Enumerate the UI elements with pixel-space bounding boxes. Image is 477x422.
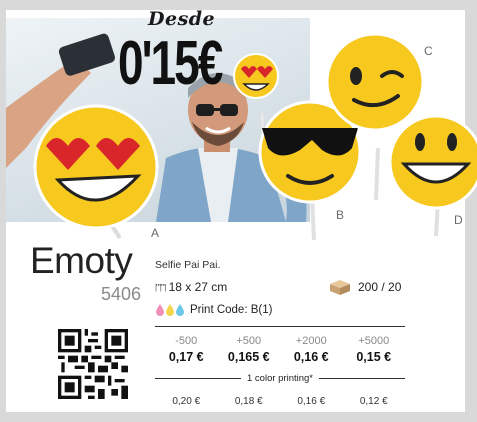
emoji-wink-C [325, 32, 425, 201]
price-tier-3: 0,16 € [293, 350, 329, 364]
qty-tier-3: +2000 [295, 335, 327, 347]
color-printing-price-row: 0,20 € 0,18 € 0,16 € 0,12 € [155, 396, 405, 407]
ruler-icon: |""|""| [155, 282, 167, 292]
price-tier-1: 0,17 € [168, 350, 204, 364]
color-printing-divider: 1 color printing* [155, 373, 406, 384]
qty-tier-4: +5000 [358, 335, 390, 347]
price-tier-2: 0,165 € [227, 350, 270, 364]
product-description: Selfie Pai Pai. [155, 259, 221, 271]
qr-code [58, 329, 128, 399]
packing-row: 200 / 20 [328, 278, 401, 296]
promo-price: 0'15€ [118, 27, 223, 98]
box-icon [330, 280, 350, 295]
print-price-tier-1: 0,20 € [172, 396, 201, 407]
pricing-top-rule [155, 326, 405, 327]
color-printing-label: 1 color printing* [247, 373, 314, 384]
variant-label-C: C [424, 44, 433, 58]
product-size: 18 x 27 cm [168, 280, 228, 294]
ink-drops-icon [156, 304, 184, 316]
variant-label-D: D [454, 213, 463, 227]
variant-label-A: A [151, 226, 160, 240]
price-tier-4: 0,15 € [356, 350, 392, 364]
print-code-row: Print Code: B(1) [155, 303, 272, 317]
emoji-big-smile-D [388, 114, 477, 237]
print-price-tier-4: 0,12 € [359, 396, 388, 407]
unit-price-row: 0,17 € 0,165 € 0,16 € 0,15 € [155, 350, 405, 364]
print-price-tier-2: 0,18 € [234, 396, 263, 407]
product-name: Emoty [30, 240, 133, 281]
print-code: Print Code: B(1) [190, 304, 273, 316]
packing-units: 200 / 20 [358, 280, 402, 294]
product-ref: 5406 [101, 284, 142, 304]
frame-right [465, 0, 477, 422]
print-price-tier-3: 0,16 € [297, 396, 326, 407]
frame-top [0, 0, 477, 10]
qty-tier-2: +500 [236, 335, 262, 347]
frame-bottom [0, 412, 477, 422]
variant-label-B: B [336, 208, 345, 222]
size-row: |""|""| 18 x 27 cm [155, 280, 227, 294]
quantity-row: -500 +500 +2000 +5000 [155, 335, 405, 347]
qty-tier-1: -500 [175, 335, 198, 347]
